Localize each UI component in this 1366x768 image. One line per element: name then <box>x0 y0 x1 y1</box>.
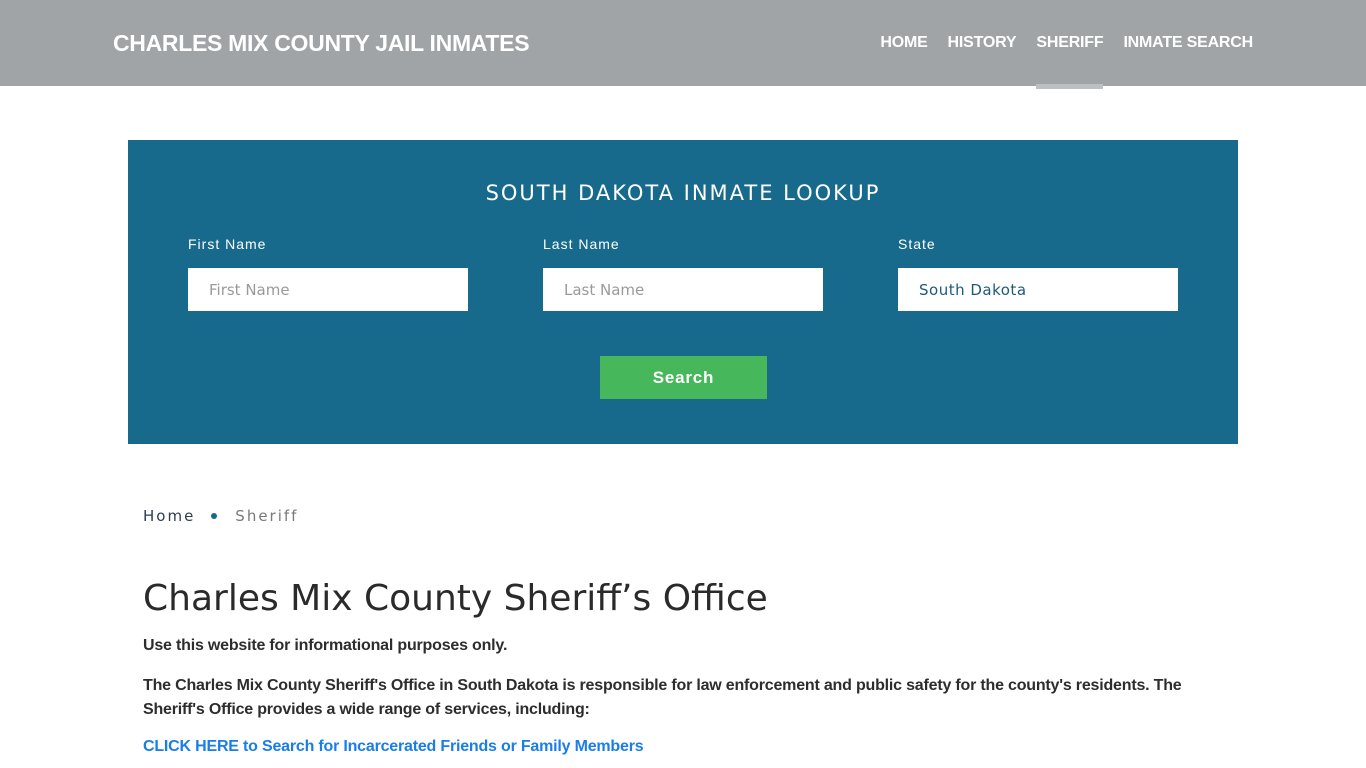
first-name-label: First Name <box>188 236 267 252</box>
intro-text: The Charles Mix County Sheriff's Office … <box>143 677 1182 718</box>
nav-sheriff[interactable]: SHERIFF <box>1036 0 1104 89</box>
nav-home[interactable]: HOME <box>880 0 927 86</box>
breadcrumb: Home Sheriff <box>143 507 298 525</box>
last-name-input[interactable] <box>543 268 823 311</box>
site-header: CHARLES MIX COUNTY JAIL INMATES HOME HIS… <box>0 0 1366 89</box>
first-name-input[interactable] <box>188 268 468 311</box>
nav-inmate-search[interactable]: INMATE SEARCH <box>1123 0 1253 86</box>
main-nav: HOME HISTORY SHERIFF INMATE SEARCH <box>860 0 1253 89</box>
breadcrumb-home[interactable]: Home <box>143 507 195 525</box>
search-button[interactable]: Search <box>600 356 767 399</box>
nav-history[interactable]: HISTORY <box>948 0 1017 86</box>
search-inmates-link[interactable]: CLICK HERE to Search for Incarcerated Fr… <box>143 738 644 756</box>
disclaimer-text: Use this website for informational purpo… <box>143 637 508 654</box>
lookup-title: SOUTH DAKOTA INMATE LOOKUP <box>485 181 881 205</box>
first-name-group: First Name <box>188 236 468 311</box>
breadcrumb-separator-icon <box>211 513 218 519</box>
last-name-group: Last Name <box>543 236 823 311</box>
page-title: Charles Mix County Sheriff’s Office <box>143 578 768 619</box>
state-group: State <box>898 236 1178 311</box>
breadcrumb-current: Sheriff <box>235 507 299 525</box>
state-input[interactable] <box>898 268 1178 311</box>
last-name-label: Last Name <box>543 236 620 252</box>
state-label: State <box>898 236 936 252</box>
site-title-link[interactable]: CHARLES MIX COUNTY JAIL INMATES <box>113 30 530 57</box>
